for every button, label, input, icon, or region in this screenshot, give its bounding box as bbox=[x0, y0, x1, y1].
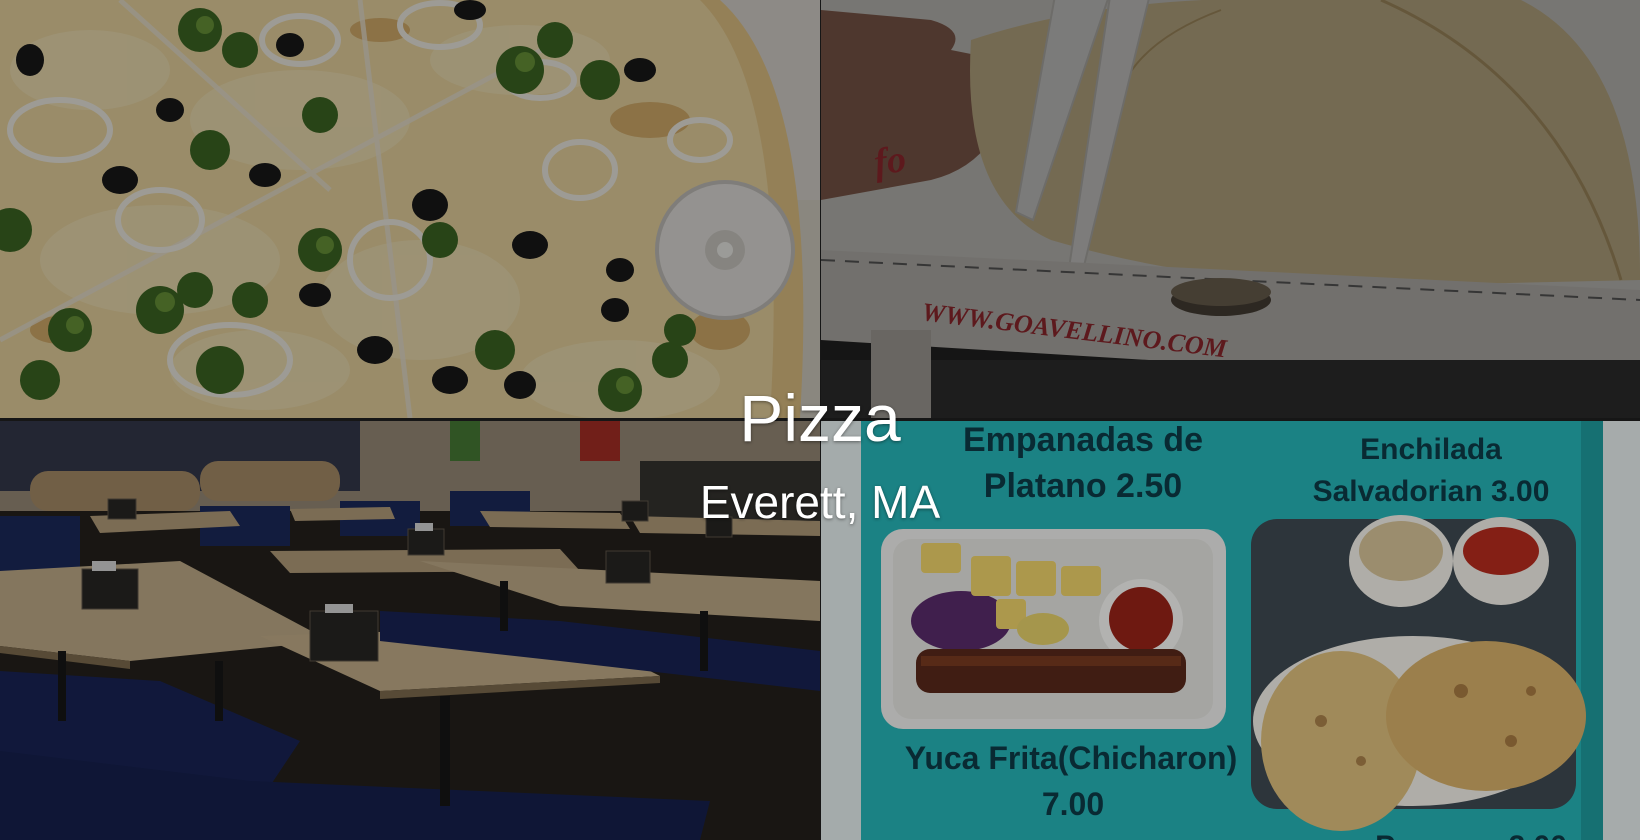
photo-pizza-closeup bbox=[0, 0, 820, 418]
hero-banner: fo WWW.GOAVELLINO.COM Empanadas de Plata… bbox=[0, 0, 1640, 840]
menu-item-name-line1: Yuca Frita(Chicharon) bbox=[905, 740, 1238, 776]
photo-pizza-box: fo WWW.GOAVELLINO.COM bbox=[821, 0, 1640, 418]
pizza-box-illustration: fo WWW.GOAVELLINO.COM bbox=[821, 0, 1640, 418]
menu-item-name-line1: Pupusas 2.00 bbox=[1375, 830, 1567, 840]
pizza-closeup-illustration bbox=[0, 0, 820, 418]
box-print-fragment: fo bbox=[871, 138, 908, 184]
menu-item-name-line2: 7.00 bbox=[1042, 786, 1104, 822]
location-subtitle: Everett, MA bbox=[699, 476, 941, 528]
page-title: Pizza bbox=[739, 381, 901, 455]
